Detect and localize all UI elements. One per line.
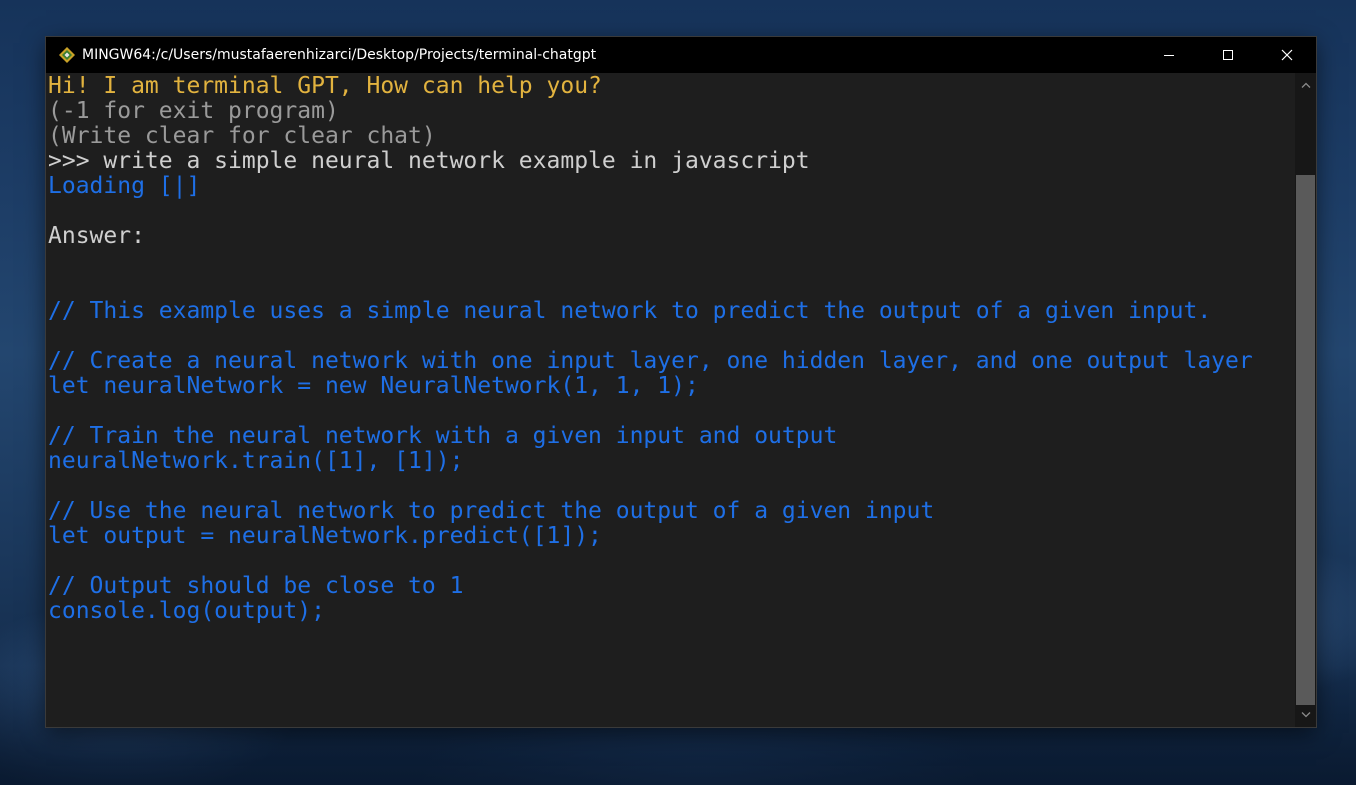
terminal-lines: Hi! I am terminal GPT, How can help you?… <box>48 74 1253 624</box>
terminal-line: // Train the neural network with a given… <box>48 423 838 449</box>
terminal-line: // Output should be close to 1 <box>48 573 464 599</box>
terminal-line: // Use the neural network to predict the… <box>48 498 935 524</box>
terminal-line: let output = neuralNetwork.predict([1]); <box>48 523 602 549</box>
terminal-line: Loading [|] <box>48 173 201 199</box>
terminal-line: Hi! I am terminal GPT, How can help you? <box>48 73 602 99</box>
scroll-up-button[interactable] <box>1295 75 1316 95</box>
terminal-output[interactable]: Hi! I am terminal GPT, How can help you?… <box>46 73 1295 727</box>
maximize-button[interactable] <box>1198 37 1257 73</box>
mingw-app-icon <box>59 47 75 63</box>
title-bar[interactable]: MINGW64:/c/Users/mustafaerenhizarci/Desk… <box>46 37 1316 73</box>
scrollbar-thumb[interactable] <box>1296 175 1315 705</box>
window-controls <box>1139 37 1316 73</box>
terminal-line: neuralNetwork.train([1], [1]); <box>48 448 464 474</box>
maximize-icon <box>1222 50 1233 60</box>
terminal-line: console.log(output); <box>48 598 325 624</box>
chevron-down-icon <box>1301 712 1310 718</box>
chevron-up-icon <box>1301 82 1310 88</box>
terminal-line: // This example uses a simple neural net… <box>48 298 1212 324</box>
terminal-window: MINGW64:/c/Users/mustafaerenhizarci/Desk… <box>46 37 1316 727</box>
terminal-line: (Write clear for clear chat) <box>48 123 436 149</box>
close-icon <box>1281 49 1292 61</box>
vertical-scrollbar[interactable] <box>1295 73 1316 727</box>
terminal-line: // Create a neural network with one inpu… <box>48 348 1253 374</box>
close-button[interactable] <box>1257 37 1316 73</box>
minimize-icon <box>1163 55 1174 56</box>
terminal-line: Answer: <box>48 223 145 249</box>
scroll-down-button[interactable] <box>1295 705 1316 725</box>
terminal-line: >>> write a simple neural network exampl… <box>48 148 810 174</box>
window-title: MINGW64:/c/Users/mustafaerenhizarci/Desk… <box>82 47 597 63</box>
terminal-line: let neuralNetwork = new NeuralNetwork(1,… <box>48 373 699 399</box>
minimize-button[interactable] <box>1139 37 1198 73</box>
terminal-line: (-1 for exit program) <box>48 98 339 124</box>
